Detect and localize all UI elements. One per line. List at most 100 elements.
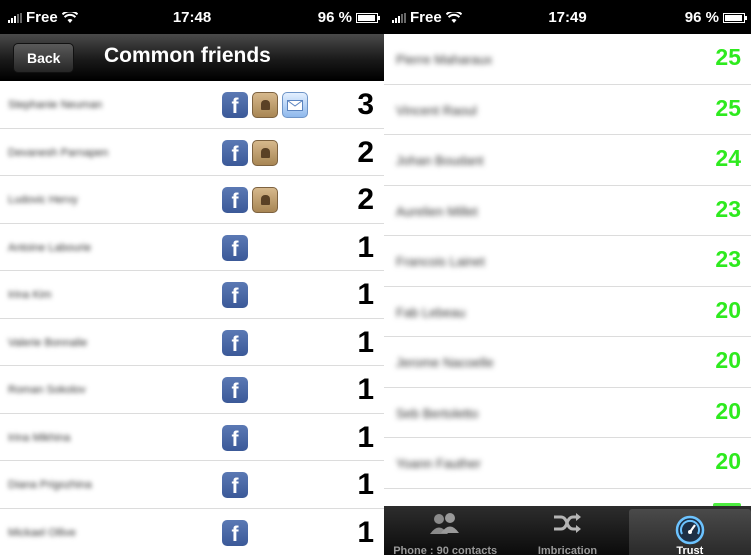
trust-row[interactable]: Yoann Fauther 20: [384, 438, 751, 489]
friend-row[interactable]: Valerie Bonnalie f 1: [0, 318, 384, 366]
address-book-icon: [252, 92, 278, 118]
trust-row[interactable]: Seb Bertoletto 20: [384, 388, 751, 438]
trust-score: 20: [715, 347, 741, 373]
trust-row[interactable]: Jerome Nacoelle 20: [384, 337, 751, 388]
trust-row[interactable]: Francois Lainet 23: [384, 236, 751, 287]
page-title: Common friends: [104, 44, 271, 67]
trust-score: 24: [715, 145, 741, 171]
tab-imbrication[interactable]: Imbrication: [506, 506, 628, 555]
common-friends-count: 2: [357, 183, 374, 216]
trust-row[interactable]: Aurelien Millet 23: [384, 186, 751, 236]
common-friends-count: 2: [357, 135, 374, 169]
trust-row[interactable]: Johan Boudant 24: [384, 135, 751, 186]
friend-row[interactable]: Mickael Ollive f 1: [0, 508, 384, 555]
facebook-icon: f: [222, 92, 248, 118]
source-icons: f: [222, 377, 248, 403]
facebook-icon: f: [222, 472, 248, 498]
status-bar: Free 17:48 96 %: [0, 0, 384, 34]
friend-name: Irina Mikhina: [8, 431, 71, 444]
tab-phone-contacts[interactable]: Phone : 90 contacts: [384, 506, 506, 555]
contact-name: Vincent Raoul: [396, 102, 477, 118]
trust-score: 20: [715, 296, 741, 323]
facebook-icon: f: [222, 424, 248, 451]
address-book-icon: [252, 187, 278, 213]
battery-percent: 96 %: [684, 9, 719, 26]
tab-label: Imbrication: [537, 545, 598, 555]
friend-name: Irina Kim: [8, 289, 52, 301]
trust-score: 25: [715, 44, 741, 70]
common-friends-screen: Free 17:48 96 % Back Common friends Step…: [0, 0, 384, 555]
friend-name: Devanesh Parnapen: [8, 146, 109, 159]
back-button[interactable]: Back: [13, 43, 75, 73]
friend-row[interactable]: Devanesh Parnapen f 2: [0, 128, 384, 176]
friend-name: Mickael Ollive: [8, 526, 76, 539]
friend-row[interactable]: Irina Kim f 1: [0, 271, 384, 319]
facebook-icon: f: [222, 187, 248, 213]
contact-name: Johan Boudant: [396, 153, 484, 168]
contact-name: Fab Lebeau: [396, 304, 466, 320]
friend-name: Antoine Labourie: [8, 241, 92, 254]
source-icons: f: [222, 234, 248, 261]
trust-list: Pierre Maharaux 25 Vincent Raoul 25 Johan Bo…: [384, 34, 751, 489]
facebook-icon: f: [222, 234, 248, 261]
friend-name: Roman Sokolov: [8, 384, 86, 396]
trust-score: 25: [715, 94, 741, 121]
address-book-icon: [252, 139, 278, 166]
friend-row[interactable]: Irina Mikhina f 1: [0, 413, 384, 461]
battery-percent: 96 %: [317, 9, 352, 26]
contact-name: Yoann Fauther: [396, 456, 481, 471]
tab-bar: Phone : 90 contacts Imbrication Trust: [384, 506, 751, 555]
common-friends-count: 1: [357, 230, 374, 264]
facebook-icon: f: [222, 139, 248, 166]
contacts-icon: [428, 512, 462, 541]
battery-group: 96 %: [684, 9, 747, 26]
friend-name: Valerie Bonnalie: [8, 336, 88, 349]
friend-row[interactable]: Antoine Labourie f 1: [0, 223, 384, 271]
source-icons: f: [222, 282, 248, 308]
contact-name: Pierre Maharaux: [396, 52, 493, 67]
tab-label: Trust: [676, 545, 704, 555]
contact-name: Jerome Nacoelle: [396, 355, 494, 370]
source-icons: f: [222, 519, 248, 546]
facebook-icon: f: [222, 377, 248, 403]
friend-row[interactable]: Roman Sokolov f 1: [0, 366, 384, 414]
source-icons: f: [222, 424, 248, 451]
facebook-icon: f: [222, 519, 248, 546]
friend-row[interactable]: Diana Prigozhina f 1: [0, 461, 384, 509]
source-icons: f: [222, 139, 278, 166]
trust-score: 23: [715, 246, 741, 272]
battery-icon: [356, 12, 380, 23]
contact-name: Francois Lainet: [396, 254, 485, 269]
trust-row[interactable]: Vincent Raoul 25: [384, 85, 751, 135]
navigation-bar: Back Common friends: [0, 34, 384, 81]
facebook-icon: f: [222, 329, 248, 356]
tab-trust[interactable]: Trust: [628, 509, 751, 555]
common-friends-list: Stephanie Neuman f 3 Devanesh Parnapen f 2 Lud…: [0, 81, 384, 555]
common-friends-count: 1: [357, 420, 374, 454]
mail-icon: [282, 92, 308, 118]
source-icons: f: [222, 329, 248, 356]
trust-score: 20: [715, 397, 741, 424]
common-friends-count: 1: [357, 278, 374, 311]
source-icons: f: [222, 187, 278, 213]
battery-icon: [723, 12, 747, 23]
source-icons: f: [222, 92, 308, 118]
battery-group: 96 %: [317, 9, 380, 26]
trust-row[interactable]: Fab Lebeau 20: [384, 287, 751, 337]
trust-score: 20: [715, 448, 741, 474]
contact-name: Aurelien Millet: [396, 203, 478, 219]
friend-row[interactable]: Stephanie Neuman f 3: [0, 81, 384, 129]
common-friends-count: 1: [357, 325, 374, 359]
friend-name: Diana Prigozhina: [8, 479, 92, 491]
status-bar: Free 17:49 96 %: [384, 0, 751, 34]
friend-name: Ludovic Hervy: [8, 194, 78, 206]
facebook-icon: f: [222, 282, 248, 308]
common-friends-count: 3: [357, 88, 374, 121]
trust-score: 23: [715, 195, 741, 222]
tab-label: Phone : 90 contacts: [393, 545, 498, 555]
friend-row[interactable]: Ludovic Hervy f 2: [0, 176, 384, 224]
common-friends-count: 1: [357, 468, 374, 501]
contact-name: Seb Bertoletto: [396, 405, 479, 421]
trust-row[interactable]: Pierre Maharaux 25: [384, 34, 751, 85]
friend-name: Stephanie Neuman: [8, 99, 103, 111]
